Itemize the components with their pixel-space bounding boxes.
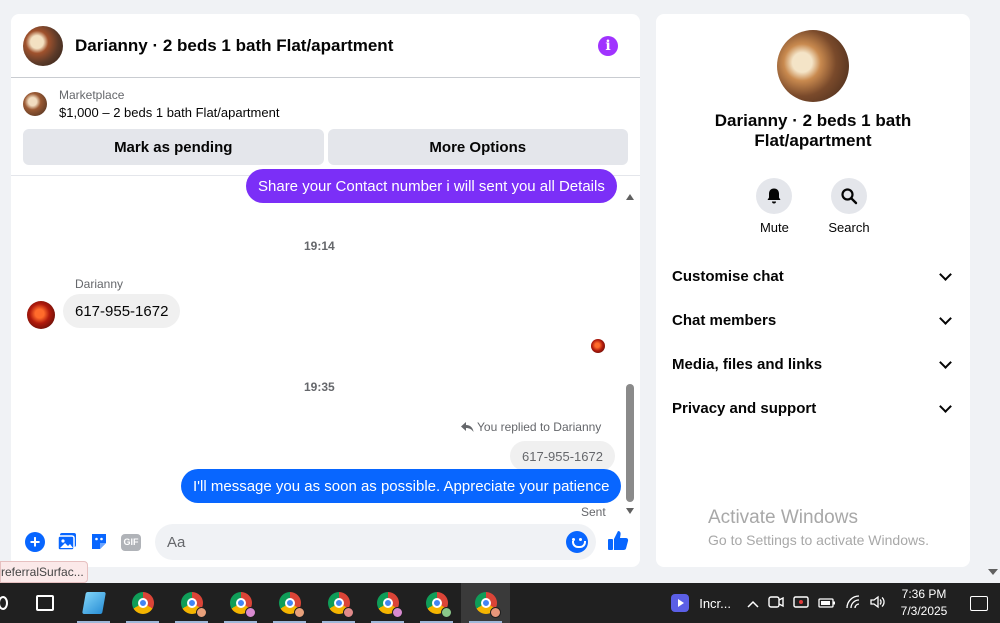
section-chat-members[interactable]: Chat members [656, 298, 970, 342]
search-icon [830, 178, 867, 214]
tray-app-button[interactable]: Incr... [671, 594, 731, 612]
screen-capture-icon[interactable] [793, 595, 809, 612]
section-media-files-links[interactable]: Media, files and links [656, 342, 970, 386]
chat-title[interactable]: Darianny · 2 beds 1 bath Flat/apartment [75, 36, 598, 56]
message-timestamp: 19:35 [304, 380, 335, 394]
section-label: Media, files and links [672, 355, 823, 373]
battery-icon[interactable] [818, 596, 836, 611]
tray-icons [747, 594, 886, 612]
seen-indicator-avatar [591, 339, 605, 353]
message-input-placeholder: Aa [167, 533, 186, 551]
activate-windows-watermark: Activate Windows Go to Settings to activ… [708, 507, 929, 548]
conversation-sections: Customise chat Chat members Media, files… [656, 254, 970, 430]
plus-icon[interactable]: + [24, 531, 46, 553]
notification-center-icon[interactable] [970, 595, 988, 611]
listing-avatar[interactable] [23, 25, 63, 66]
chevron-down-icon [939, 355, 952, 369]
section-label: Customise chat [672, 267, 784, 285]
conversation-actions: Mute Search [656, 178, 970, 235]
mark-as-pending-button[interactable]: Mark as pending [23, 129, 324, 165]
message-input[interactable]: Aa [155, 524, 596, 560]
search-circle-icon[interactable] [0, 583, 20, 623]
listing-text: Marketplace $1,000 – 2 beds 1 bath Flat/… [59, 88, 279, 120]
page-scroll-down-icon[interactable] [988, 569, 998, 575]
chrome-profile-icon[interactable] [461, 583, 510, 623]
scroll-up-arrow-icon[interactable] [626, 194, 634, 200]
clock-date: 7/3/2025 [900, 604, 948, 618]
reply-arrow-icon [461, 421, 474, 432]
photo-icon[interactable] [56, 531, 78, 553]
incoming-message[interactable]: 617-955-1672 [63, 294, 181, 328]
video-app-icon [671, 594, 690, 612]
url-tooltip: referralSurfac... [0, 561, 88, 583]
chrome-icon[interactable] [118, 583, 167, 623]
chrome-profile-icon[interactable] [216, 583, 265, 623]
conversation-avatar[interactable] [777, 30, 849, 102]
sender-name: Darianny [75, 277, 124, 291]
reply-note-text: You replied to Darianny [477, 420, 602, 434]
reply-note: You replied to Darianny [461, 420, 601, 434]
message-composer: + GIF Aa [11, 517, 640, 567]
info-icon[interactable]: i [598, 35, 618, 56]
chrome-profile-icon[interactable] [167, 583, 216, 623]
chrome-profile-icon[interactable] [314, 583, 363, 623]
message-list: Share your Contact number i will sent yo… [11, 169, 640, 519]
clock-time: 7:36 PM [901, 587, 947, 601]
chat-header: Darianny · 2 beds 1 bath Flat/apartment … [11, 14, 640, 78]
section-privacy-support[interactable]: Privacy and support [656, 386, 970, 430]
marketplace-listing: Marketplace $1,000 – 2 beds 1 bath Flat/… [11, 78, 640, 176]
conversation-info-panel: Darianny · 2 beds 1 bath Flat/apartment … [656, 14, 970, 567]
watermark-title: Activate Windows [708, 507, 858, 528]
mute-label: Mute [759, 220, 789, 235]
listing-category: Marketplace [59, 88, 125, 102]
scroll-thumb[interactable] [626, 384, 634, 502]
notepad-app-icon[interactable] [69, 583, 118, 623]
quoted-message[interactable]: 617-955-1672 [510, 441, 615, 471]
scroll-down-arrow-icon[interactable] [626, 508, 634, 514]
system-clock[interactable]: 7:36 PM 7/3/2025 [896, 586, 952, 620]
tray-app-label: Incr... [699, 595, 731, 611]
meet-now-icon[interactable] [768, 595, 784, 612]
thumbs-up-icon[interactable] [606, 529, 632, 555]
listing-thumbnail [23, 92, 47, 116]
system-tray: Incr... 7:36 PM 7/3/2025 [671, 583, 1000, 623]
sender-avatar[interactable] [27, 301, 55, 329]
chat-panel: Darianny · 2 beds 1 bath Flat/apartment … [11, 14, 640, 567]
task-view-icon[interactable] [20, 583, 69, 623]
windows-taskbar: Incr... 7:36 PM 7/3/2025 [0, 583, 1000, 623]
chrome-profile-icon[interactable] [412, 583, 461, 623]
outgoing-message[interactable]: Share your Contact number i will sent yo… [246, 169, 617, 203]
mute-button[interactable]: Mute [756, 178, 793, 235]
chat-scrollbar[interactable] [625, 194, 635, 514]
conversation-title: Darianny · 2 beds 1 bath Flat/apartment [714, 111, 912, 150]
search-label: Search [828, 220, 870, 235]
watermark-subtitle: Go to Settings to activate Windows. [708, 532, 929, 548]
outgoing-message[interactable]: I'll message you as soon as possible. Ap… [181, 469, 622, 503]
sticker-icon[interactable] [88, 531, 110, 553]
search-button[interactable]: Search [828, 178, 870, 235]
listing-price-title: $1,000 – 2 beds 1 bath Flat/apartment [59, 105, 280, 120]
chrome-profile-icon[interactable] [265, 583, 314, 623]
bell-icon [756, 178, 793, 214]
emoji-icon[interactable] [566, 531, 588, 553]
section-label: Chat members [672, 311, 777, 329]
message-timestamp: 19:14 [304, 239, 335, 253]
chevron-down-icon [939, 311, 952, 325]
chevron-down-icon [939, 399, 952, 413]
chrome-profile-icon[interactable] [363, 583, 412, 623]
section-customise-chat[interactable]: Customise chat [656, 254, 970, 298]
listing-row[interactable]: Marketplace $1,000 – 2 beds 1 bath Flat/… [23, 88, 628, 120]
section-label: Privacy and support [672, 399, 817, 417]
volume-icon[interactable] [870, 595, 886, 612]
listing-buttons: Mark as pending More Options [23, 129, 628, 165]
chevron-up-icon[interactable] [747, 596, 759, 611]
wifi-icon[interactable] [845, 594, 861, 612]
chevron-down-icon [939, 267, 952, 281]
more-options-button[interactable]: More Options [327, 129, 628, 165]
gif-icon[interactable]: GIF [120, 531, 142, 553]
